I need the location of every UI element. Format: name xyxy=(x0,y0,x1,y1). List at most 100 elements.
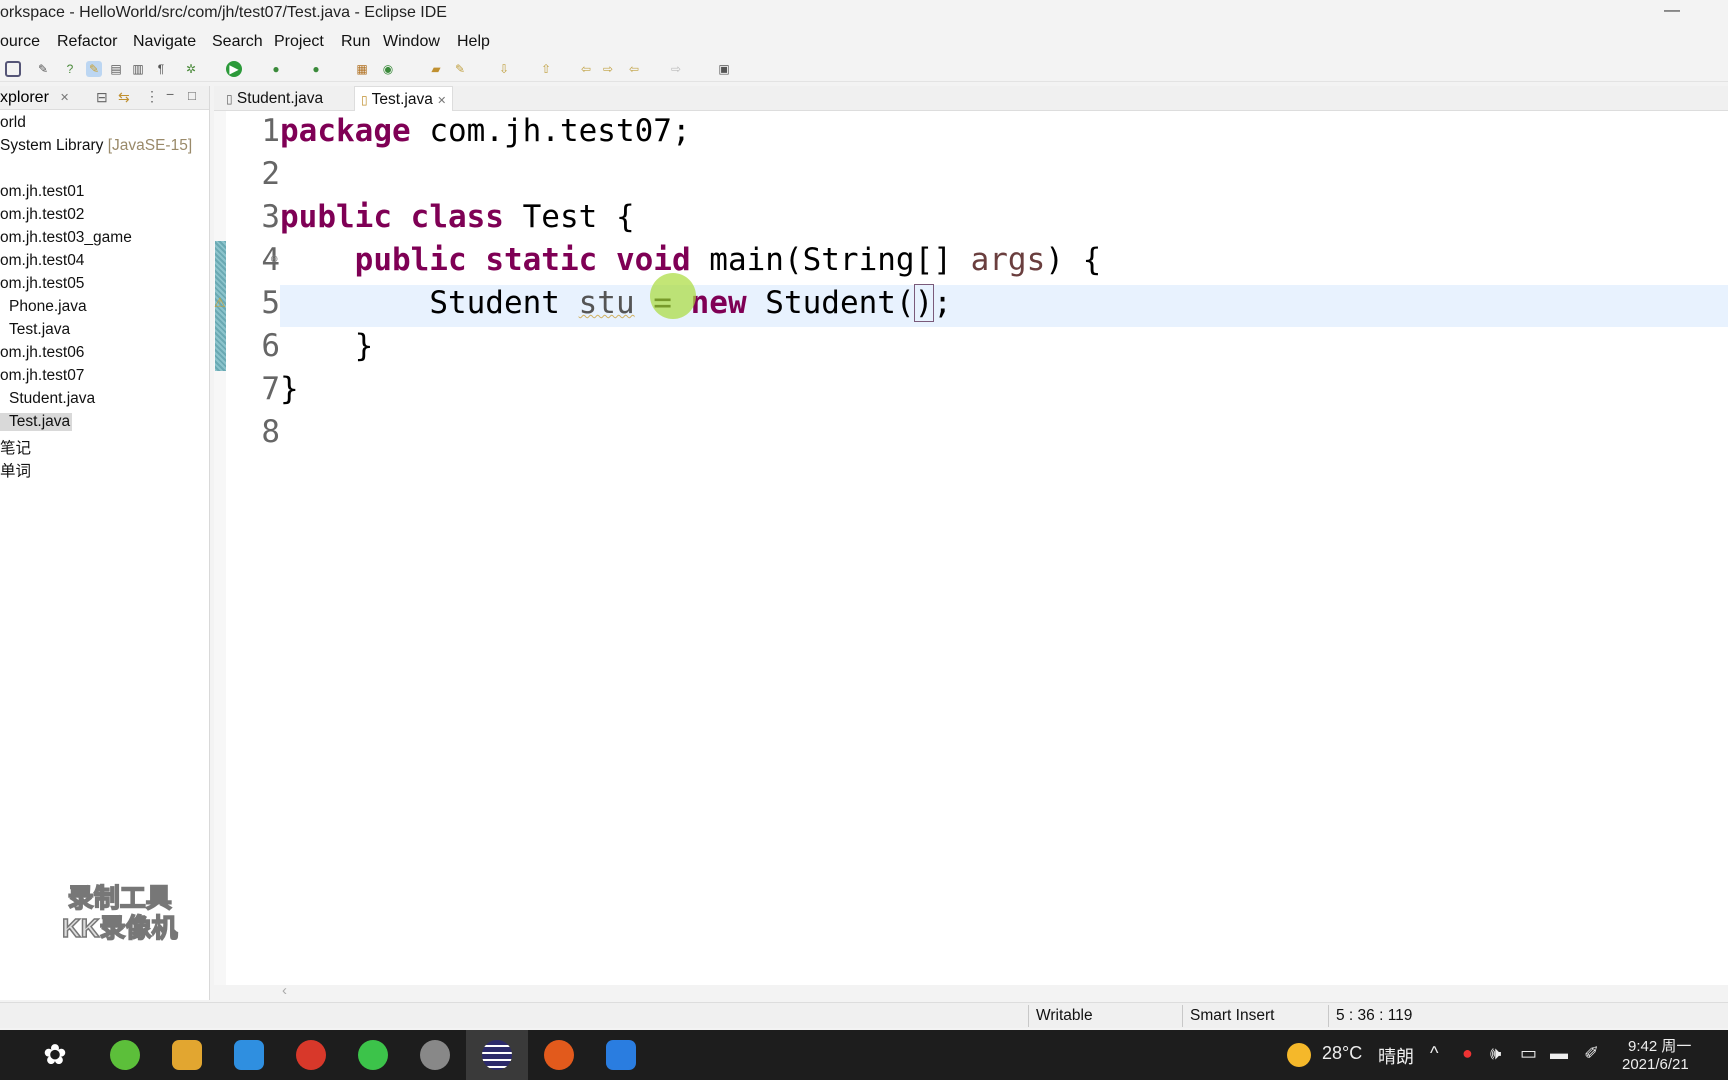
collapse-all-icon[interactable]: ⊟ xyxy=(96,89,108,106)
debug-icon[interactable]: ✲ xyxy=(183,61,199,77)
clock-date[interactable]: 2021/6/21 xyxy=(1622,1056,1689,1073)
tree-package[interactable]: om.jh.test07 xyxy=(0,367,84,385)
run-icon[interactable]: ▶ xyxy=(226,61,242,77)
wechat-icon[interactable] xyxy=(358,1040,388,1070)
line-number: 1 xyxy=(261,113,280,149)
last-edit-icon[interactable]: ⇦ xyxy=(578,61,594,77)
cat-icon[interactable] xyxy=(544,1040,574,1070)
back-icon[interactable]: ⇦ xyxy=(626,61,642,77)
eclipse-icon[interactable] xyxy=(482,1040,512,1070)
forward-icon[interactable]: ⇨ xyxy=(668,61,684,77)
pen-icon[interactable]: ✐ xyxy=(1584,1043,1599,1064)
fan-icon[interactable]: ✿ xyxy=(40,1040,70,1070)
editor-tabs: ▯ Student.java ▯ Test.java ✕ xyxy=(214,86,1728,111)
help-icon[interactable]: ? xyxy=(62,61,78,77)
weather-text[interactable]: 晴朗 xyxy=(1378,1043,1414,1069)
tree-file-selected[interactable]: Test.java xyxy=(0,413,73,431)
scroll-left-icon[interactable]: ‹ xyxy=(282,982,287,999)
package-explorer-tab[interactable]: xplorer xyxy=(0,89,49,107)
minimize-button[interactable]: — xyxy=(1664,2,1680,20)
wps-icon[interactable] xyxy=(606,1040,636,1070)
pin-icon[interactable]: ✎ xyxy=(35,61,51,77)
minimize-view-icon[interactable]: − xyxy=(166,86,174,102)
tree-package[interactable]: om.jh.test03_game xyxy=(0,229,132,247)
external-tools-icon[interactable]: ● xyxy=(308,61,324,77)
qq-icon[interactable]: ● xyxy=(1462,1043,1473,1064)
tree-item-label: System Library xyxy=(0,137,104,154)
close-icon[interactable]: ✕ xyxy=(60,91,69,104)
horizontal-scrollbar[interactable]: ‹ xyxy=(214,982,1728,1000)
terminal-icon[interactable] xyxy=(5,61,21,77)
mouse-cursor-highlight xyxy=(650,273,696,319)
line-number: 7 xyxy=(261,371,280,407)
menu-navigate[interactable]: Navigate xyxy=(133,33,196,51)
new-package-icon[interactable]: ▦ xyxy=(354,61,370,77)
next-annotation-icon[interactable]: ⇩ xyxy=(496,61,512,77)
status-insert-mode[interactable]: Smart Insert xyxy=(1190,1007,1274,1025)
menu-source[interactable]: ource xyxy=(0,33,40,51)
code-line-7: } xyxy=(280,371,299,407)
search-app-icon[interactable] xyxy=(234,1040,264,1070)
menu-project[interactable]: Project xyxy=(274,33,324,51)
fold-icon[interactable]: ⊖ xyxy=(270,254,278,265)
warning-icon[interactable]: ⚠ xyxy=(214,295,226,311)
chevron-up-icon[interactable]: ^ xyxy=(1430,1043,1438,1064)
tab-student-java[interactable]: ▯ Student.java xyxy=(220,86,329,111)
status-cursor-position[interactable]: 5 : 36 : 119 xyxy=(1336,1007,1412,1025)
code-line-1: package com.jh.test07; xyxy=(280,113,691,149)
block-select-icon[interactable]: ▤ xyxy=(108,61,124,77)
open-perspective-icon[interactable]: ▣ xyxy=(716,61,732,77)
volume-icon[interactable]: 🕪 xyxy=(1490,1043,1501,1064)
tree-jre-library[interactable]: System Library [JavaSE-15] xyxy=(0,137,192,155)
open-type-icon[interactable]: ▰ xyxy=(428,61,444,77)
clock-time[interactable]: 9:42 周一 xyxy=(1628,1035,1691,1056)
browser-icon[interactable] xyxy=(110,1040,140,1070)
toolbar: ✎ ? ✎ ▤ ▥ ¶ ✲ ▶ ● ● ▦ ◉ ▰ ✎ ⇩ ⇧ ⇦ ⇨ ⇦ ⇨ … xyxy=(0,56,1728,82)
new-class-icon[interactable]: ◉ xyxy=(380,61,396,77)
coverage-icon[interactable]: ● xyxy=(268,61,284,77)
tree-file[interactable]: Student.java xyxy=(9,390,95,408)
pilcrow-icon[interactable]: ¶ xyxy=(153,61,169,77)
highlight-icon[interactable]: ✎ xyxy=(86,61,102,77)
link-editor-icon[interactable]: ⇆ xyxy=(118,89,130,106)
recorder-watermark: 录制工具 KK录像机 xyxy=(61,882,178,944)
tree-package[interactable]: om.jh.test04 xyxy=(0,252,84,270)
network-icon[interactable]: ▭ xyxy=(1520,1043,1537,1064)
menu-help[interactable]: Help xyxy=(457,33,490,51)
snail-icon[interactable] xyxy=(296,1040,326,1070)
menu-window[interactable]: Window xyxy=(383,33,440,51)
menu-run[interactable]: Run xyxy=(341,33,370,51)
forward-edit-icon[interactable]: ⇨ xyxy=(600,61,616,77)
weather-sun-icon[interactable] xyxy=(1287,1043,1311,1067)
menu-search[interactable]: Search xyxy=(212,33,263,51)
matching-bracket: ) xyxy=(913,284,935,322)
weather-temp[interactable]: 28°C xyxy=(1322,1043,1362,1064)
tab-test-java[interactable]: ▯ Test.java ✕ xyxy=(354,86,454,111)
view-menu-icon[interactable]: ⋮ xyxy=(145,88,159,105)
show-whitespace-icon[interactable]: ▥ xyxy=(130,61,146,77)
tree-package[interactable]: om.jh.test01 xyxy=(0,183,84,201)
line-number: 8 xyxy=(261,414,280,450)
tree-folder[interactable]: 笔记 xyxy=(0,436,31,458)
vm-icon[interactable] xyxy=(172,1040,202,1070)
line-number: 3 xyxy=(261,199,280,235)
maximize-view-icon[interactable]: □ xyxy=(188,88,196,103)
overview-gutter xyxy=(214,111,226,985)
code-line-6: } xyxy=(354,328,374,364)
tree-package[interactable]: om.jh.test06 xyxy=(0,344,84,362)
tree-file[interactable]: Phone.java xyxy=(9,298,87,316)
tree-package[interactable]: om.jh.test02 xyxy=(0,206,84,224)
menu-refactor[interactable]: Refactor xyxy=(57,33,117,51)
search-tool-icon[interactable]: ✎ xyxy=(452,61,468,77)
prev-annotation-icon[interactable]: ⇧ xyxy=(538,61,554,77)
tree-folder[interactable]: 单词 xyxy=(0,459,31,481)
tree-package[interactable]: om.jh.test05 xyxy=(0,275,84,293)
game-icon[interactable] xyxy=(420,1040,450,1070)
tree-file[interactable]: Test.java xyxy=(9,321,70,339)
close-icon[interactable]: ✕ xyxy=(437,95,446,107)
window-title: orkspace - HelloWorld/src/com/jh/test07/… xyxy=(0,4,447,21)
jre-version: [JavaSE-15] xyxy=(107,137,193,154)
code-editor[interactable]: ⚠ 1 2 3 4 ⊖ 5 6 7 8 package com.jh.test0… xyxy=(214,111,1728,985)
tree-project[interactable]: orld xyxy=(0,114,26,132)
battery-icon[interactable]: ▬ xyxy=(1550,1043,1568,1064)
